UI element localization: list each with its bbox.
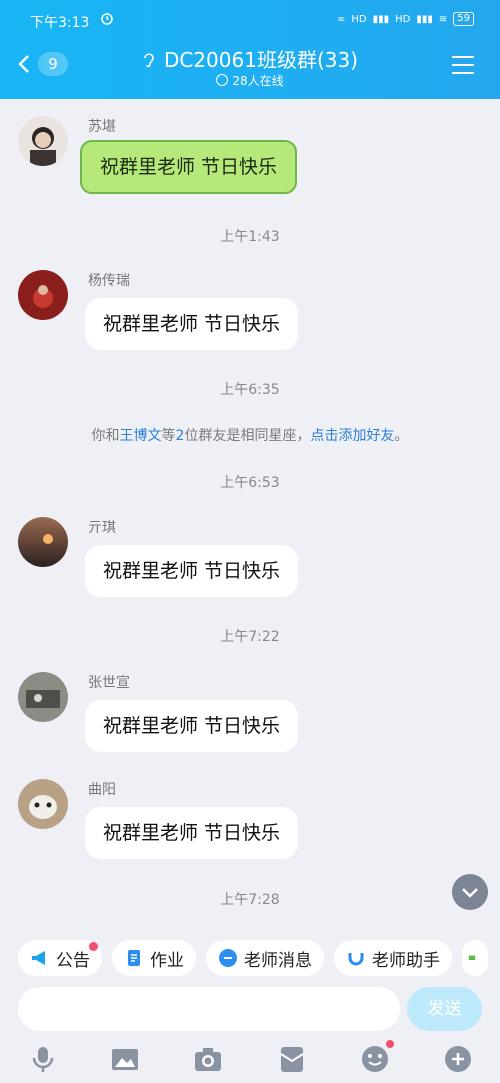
message-bubble[interactable]: 祝群里老师 节日快乐 — [85, 298, 299, 350]
emoji-icon — [362, 1046, 388, 1072]
red-packet-button[interactable] — [277, 1044, 307, 1074]
camera-icon — [195, 1048, 221, 1071]
status-time: 下午3:13 — [30, 15, 90, 31]
chip-homework[interactable]: 作业 — [112, 940, 196, 976]
message-text: 祝群里老师 节日快乐 — [103, 715, 281, 737]
chip-teacher-messages[interactable]: 老师消息 — [206, 940, 324, 976]
hamburger-line — [452, 64, 474, 66]
message-input[interactable] — [18, 987, 400, 1031]
screen-icon — [468, 955, 476, 960]
friend-name-link[interactable]: 王博文 — [120, 428, 162, 444]
photo-button[interactable] — [110, 1044, 140, 1074]
plus-icon — [445, 1046, 471, 1072]
camera-button[interactable] — [193, 1044, 223, 1074]
avatar[interactable] — [18, 270, 68, 320]
message-bubble[interactable]: 祝群里老师 节日快乐 — [80, 140, 298, 194]
chip-more[interactable] — [462, 940, 488, 976]
quick-action-bar: 公告 作业 老师消息 老师助手 — [18, 940, 488, 976]
image-icon — [112, 1049, 138, 1070]
status-bar: 下午3:13 ∞ HD ▮▮▮ HD ▮▮▮ ≋ 59 — [30, 12, 474, 32]
menu-button[interactable] — [452, 56, 474, 76]
online-count: 28人在线 — [232, 74, 284, 88]
signal-hd-2: HD — [395, 13, 411, 25]
ear-icon — [144, 53, 154, 68]
timestamp: 上午7:22 — [220, 629, 280, 645]
megaphone-icon — [32, 951, 45, 965]
message-bubble[interactable]: 祝群里老师 节日快乐 — [85, 700, 299, 752]
avatar[interactable] — [18, 672, 68, 722]
signal-hd-1: HD — [351, 13, 367, 25]
notice-text: 等 — [161, 428, 176, 444]
send-button[interactable]: 发送 — [407, 987, 482, 1031]
signal-icon: ▮▮▮ — [372, 13, 390, 25]
chip-label: 老师消息 — [244, 950, 312, 971]
message-bubble[interactable]: 祝群里老师 节日快乐 — [85, 545, 299, 597]
chevron-down-icon — [462, 888, 478, 898]
hamburger-line — [452, 56, 474, 58]
input-toolbar — [0, 1040, 500, 1083]
timestamp: 上午6:53 — [220, 475, 280, 491]
online-status: 28人在线 — [0, 72, 500, 89]
group-name: DC20061班级群(33) — [163, 48, 359, 72]
chip-label: 公告 — [56, 950, 90, 971]
wifi-icon: ≋ — [438, 13, 448, 25]
online-check-icon — [216, 74, 229, 86]
signal-icon-2: ▮▮▮ — [416, 13, 433, 25]
message-text: 祝群里老师 节日快乐 — [100, 156, 278, 178]
notification-dot — [386, 1040, 394, 1048]
battery-indicator: 59 — [453, 12, 474, 26]
message-text: 祝群里老师 节日快乐 — [103, 560, 281, 582]
chip-teacher-assistant[interactable]: 老师助手 — [334, 940, 452, 976]
chip-label: 老师助手 — [372, 950, 440, 971]
avatar[interactable] — [18, 116, 68, 166]
sender-name: 张世宣 — [88, 675, 130, 691]
avatar[interactable] — [18, 779, 68, 829]
sender-name: 杨传瑞 — [88, 273, 130, 289]
microphone-icon — [32, 1047, 54, 1072]
hamburger-line — [452, 72, 474, 74]
document-icon — [128, 950, 140, 966]
nfc-icon: ∞ — [337, 13, 346, 25]
add-friend-link[interactable]: 点击添加好友 — [310, 428, 394, 444]
scroll-to-bottom-button[interactable] — [452, 874, 488, 910]
alarm-icon — [101, 13, 113, 25]
teacher-assistant-icon — [348, 953, 364, 966]
teacher-message-icon — [219, 949, 237, 967]
sender-name: 亓琪 — [88, 520, 116, 536]
timestamp: 上午7:28 — [220, 892, 280, 908]
sender-name: 苏堪 — [88, 119, 116, 135]
chat-header: 下午3:13 ∞ HD ▮▮▮ HD ▮▮▮ ≋ 59 9 DC20061班级群… — [0, 0, 500, 99]
more-button[interactable] — [443, 1044, 473, 1074]
timestamp: 上午1:43 — [220, 229, 280, 245]
message-text: 祝群里老师 节日快乐 — [103, 822, 281, 844]
avatar[interactable] — [18, 517, 68, 567]
timestamp: 上午6:35 — [220, 382, 280, 398]
notice-text: 你和 — [91, 428, 120, 444]
chip-announcement[interactable]: 公告 — [18, 940, 102, 976]
notification-dot — [89, 942, 98, 951]
notice-text: 。 — [394, 428, 409, 444]
system-notice: 你和王博文等2位群友是相同星座，点击添加好友。 — [0, 425, 500, 445]
chip-label: 作业 — [150, 950, 184, 971]
notice-text: 位群友是相同星座， — [184, 428, 311, 444]
message-text: 祝群里老师 节日快乐 — [103, 313, 281, 335]
sender-name: 曲阳 — [88, 782, 116, 798]
message-bubble[interactable]: 祝群里老师 节日快乐 — [85, 807, 299, 859]
voice-button[interactable] — [28, 1044, 58, 1074]
emoji-button[interactable] — [360, 1040, 394, 1074]
chat-title[interactable]: DC20061班级群(33) — [0, 44, 500, 73]
red-packet-icon — [280, 1047, 304, 1072]
